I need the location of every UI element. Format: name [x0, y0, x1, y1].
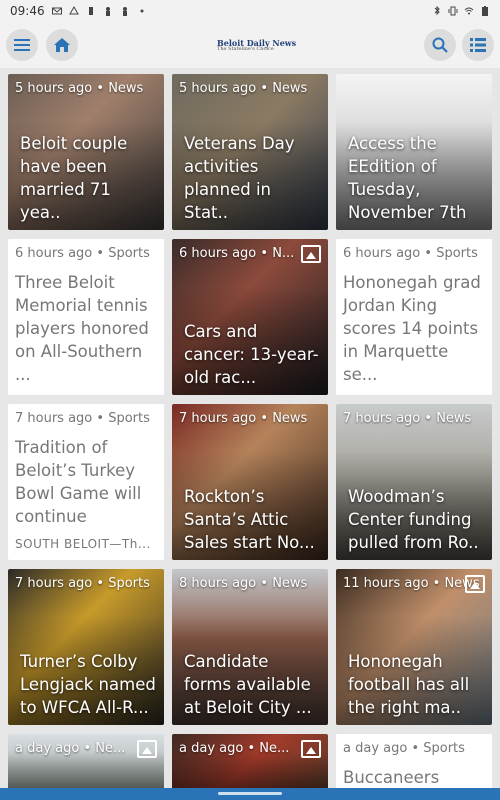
article-card[interactable]: a day ago • Ne... [8, 734, 164, 794]
app-bar: Beloit Daily News The Stateline's Choice [0, 22, 500, 68]
logo-text: Beloit Daily News The Stateline's Choice [217, 39, 296, 52]
person-icon [122, 7, 127, 16]
article-card[interactable]: 5 hours ago • News Beloit couple have bee… [8, 74, 164, 230]
mail-icon [51, 7, 62, 15]
list-icon [470, 38, 486, 52]
article-card[interactable]: 6 hours ago • Sports Hononegah grad Jorda… [336, 239, 492, 395]
article-card[interactable]: 8 hours ago • News Candidate forms availa… [172, 569, 328, 725]
article-headline: Three Beloit Memorial tennis players hon… [15, 273, 149, 384]
status-right [432, 6, 490, 16]
battery-icon [482, 6, 488, 16]
article-headline: Candidate forms available at Beloit City… [184, 652, 312, 717]
article-card[interactable]: 11 hours ago • News Hononegah football ha… [336, 569, 492, 725]
article-meta: 7 hours ago • News [179, 411, 308, 426]
usb-icon [88, 7, 93, 15]
article-grid: 5 hours ago • News Beloit couple have bee… [8, 74, 492, 794]
logo-subtitle: The Stateline's Choice [217, 45, 274, 52]
system-nav-bar [0, 788, 500, 800]
article-headline: Hononegah grad Jordan King scores 14 poi… [343, 273, 481, 384]
home-button[interactable] [46, 29, 78, 61]
article-meta: 11 hours ago • News [343, 576, 480, 591]
article-meta: 5 hours ago • News [15, 81, 144, 96]
article-headline: Woodman’s Center funding pulled from Ro.… [348, 487, 479, 552]
article-headline: Buccaneers [343, 768, 440, 787]
article-meta: 7 hours ago • Sports [15, 411, 150, 426]
search-button[interactable] [424, 29, 456, 61]
person-icon [105, 7, 110, 16]
article-excerpt: SOUTH BELOIT—Th... [15, 537, 151, 551]
dot-icon [140, 9, 144, 13]
article-card[interactable]: a day ago • Ne... [172, 734, 328, 794]
article-card[interactable]: 7 hours ago • News Rockton’s Santa’s Atti… [172, 404, 328, 560]
article-meta: 5 hours ago • News [179, 81, 308, 96]
gallery-icon [301, 740, 321, 758]
article-card[interactable]: 7 hours ago • News Woodman’s Center fundi… [336, 404, 492, 560]
article-headline: Rockton’s Santa’s Attic Sales start No..… [184, 487, 315, 552]
search-icon [432, 37, 448, 53]
article-headline: Access the EEdition of Tuesday, November… [348, 134, 467, 222]
article-meta: 7 hours ago • News [343, 411, 472, 426]
article-headline: Veterans Day activities planned in Stat.… [184, 134, 295, 222]
list-view-button[interactable] [462, 29, 494, 61]
bluetooth-icon [434, 6, 440, 16]
gallery-icon [465, 575, 485, 593]
article-meta: 6 hours ago • Sports [15, 246, 150, 261]
article-meta: a day ago • Ne... [15, 741, 126, 756]
article-meta: a day ago • Ne... [179, 741, 290, 756]
article-card[interactable]: Access the EEdition of Tuesday, November… [336, 74, 492, 230]
vibrate-icon [448, 6, 458, 16]
article-meta: 7 hours ago • Sports [15, 576, 150, 591]
article-headline: Beloit couple have been married 71 yea.. [20, 134, 128, 222]
drive-icon [68, 6, 79, 15]
gallery-icon [137, 740, 157, 758]
article-meta: a day ago • Sports [343, 741, 465, 756]
status-bar: 09:46 [0, 0, 500, 22]
article-meta: 6 hours ago • Sports [343, 246, 478, 261]
article-card[interactable]: 6 hours ago • N... Cars and cancer: 13-ye… [172, 239, 328, 395]
article-headline: Tradition of Beloit’s Turkey Bowl Game w… [15, 438, 142, 526]
article-card[interactable]: a day ago • Sports Buccaneers [336, 734, 492, 794]
gallery-icon [301, 245, 321, 263]
article-meta: 6 hours ago • N... [179, 246, 295, 261]
article-headline: Turner’s Colby Lengjack named to WFCA Al… [20, 652, 156, 717]
article-card[interactable]: 6 hours ago • Sports Three Beloit Memoria… [8, 239, 164, 395]
menu-button[interactable] [6, 29, 38, 61]
gesture-handle[interactable] [218, 792, 282, 795]
article-card[interactable]: 7 hours ago • Sports Tradition of Beloit’… [8, 404, 164, 560]
article-headline: Hononegah football has all the right ma.… [348, 652, 470, 717]
home-icon [54, 38, 70, 52]
hamburger-icon [14, 39, 30, 51]
wifi-icon [464, 7, 474, 15]
article-card[interactable]: 7 hours ago • Sports Turner’s Colby Lengj… [8, 569, 164, 725]
article-headline: Cars and cancer: 13-year-old rac... [184, 322, 319, 387]
app-logo[interactable]: Beloit Daily News The Stateline's Choice [214, 32, 296, 58]
status-time: 09:46 [10, 4, 45, 18]
article-meta: 8 hours ago • News [179, 576, 308, 591]
article-card[interactable]: 5 hours ago • News Veterans Day activitie… [172, 74, 328, 230]
status-left: 09:46 [10, 4, 147, 18]
